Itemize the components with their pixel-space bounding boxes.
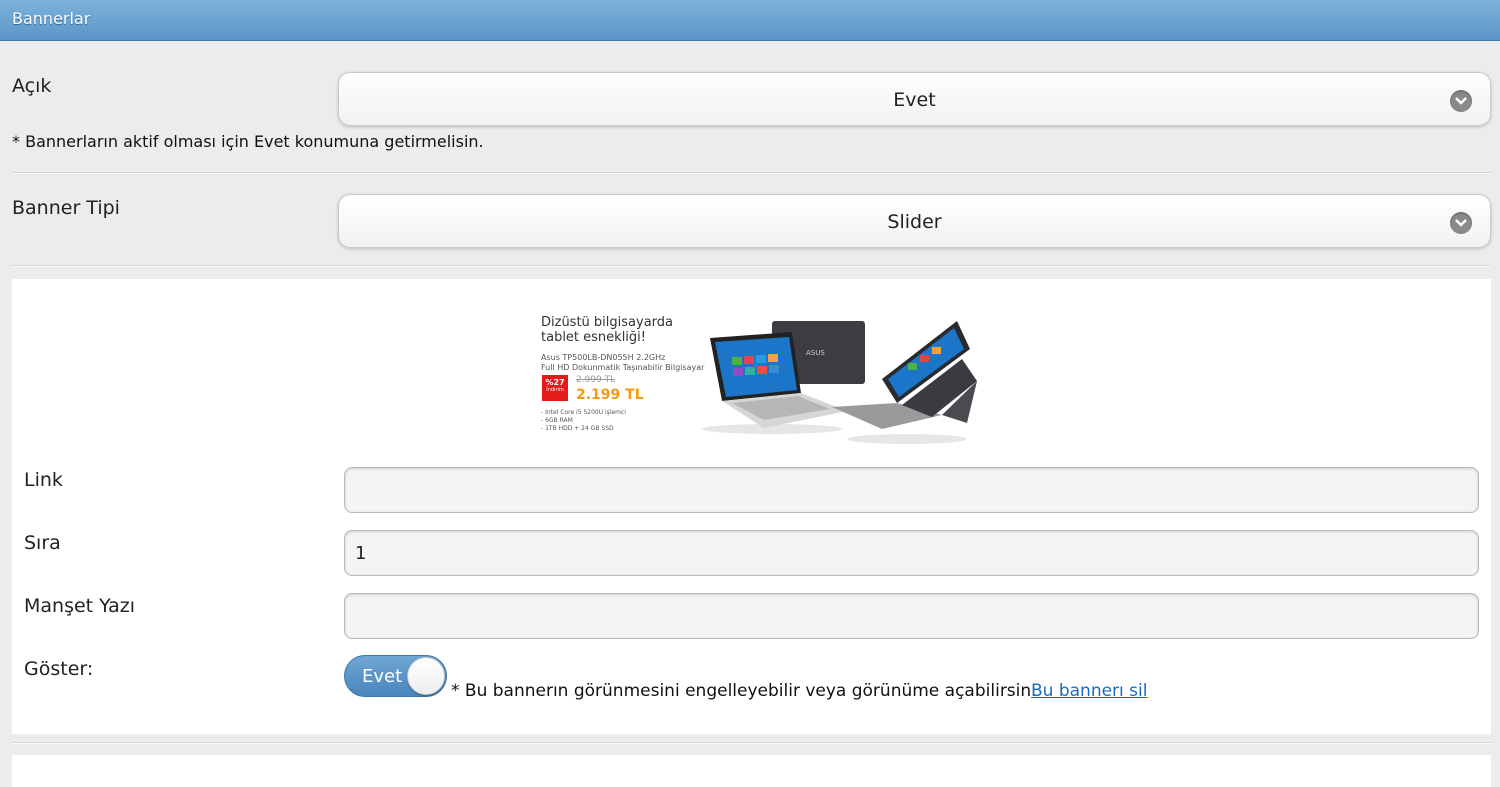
divider [12, 742, 1491, 744]
header-bar: Bannerlar [0, 0, 1500, 41]
discount-sub: İndirim [546, 387, 564, 393]
discount-percent: %27 [545, 378, 565, 387]
goster-note: * Bu bannerın görünmesini engelleyebilir… [451, 681, 1037, 701]
manset-input[interactable] [344, 593, 1479, 639]
spec-line: - 1TB HDD + 24 GB SSD [541, 425, 614, 432]
sira-input[interactable] [344, 530, 1479, 576]
toggle-knob[interactable] [407, 657, 445, 695]
chevron-down-icon [1450, 90, 1472, 112]
header-title: Bannerlar [12, 9, 91, 28]
acik-note: * Bannerların aktif olması için Evet kon… [12, 132, 484, 151]
acik-label: Açık [12, 75, 52, 97]
manset-label: Manşet Yazı [24, 595, 136, 617]
laptops-illustration: ASUS [702, 321, 977, 444]
toggle-label: Evet [362, 666, 403, 687]
banner-card: Dizüstü bilgisayarda tablet esnekliği! A… [12, 279, 1491, 734]
link-input[interactable] [344, 467, 1479, 513]
banner-tipi-select-value: Slider [887, 211, 942, 233]
acik-select[interactable]: Evet [338, 72, 1491, 126]
discount-badge: %27 İndirim [542, 375, 568, 401]
brand-logo: ASUS [806, 349, 825, 357]
sira-label: Sıra [24, 532, 61, 554]
banner-headline-2: tablet esnekliği! [541, 330, 646, 345]
link-label: Link [24, 469, 63, 491]
next-banner-card [12, 755, 1491, 787]
banner-tipi-label: Banner Tipi [12, 197, 120, 219]
banner-headline-1: Dizüstü bilgisayarda [541, 315, 673, 330]
goster-label: Göster: [24, 658, 94, 680]
banner-model: Asus TP500LB-DN055H 2.2GHz [541, 353, 666, 362]
acik-select-value: Evet [893, 89, 936, 111]
spec-line: - 6GB RAM [541, 417, 573, 424]
delete-banner-link[interactable]: Bu bannerı sil [1031, 681, 1147, 701]
banner-image[interactable]: Dizüstü bilgisayarda tablet esnekliği! A… [532, 303, 982, 451]
banner-desc: Full HD Dokunmatik Taşınabilir Bilgisaya… [541, 363, 705, 372]
old-price: 2.999 TL [576, 375, 616, 385]
chevron-down-icon [1450, 212, 1472, 234]
divider [12, 172, 1491, 174]
spec-line: - Intel Core i5 5200U işlemci [541, 409, 626, 416]
banner-tipi-select[interactable]: Slider [338, 194, 1491, 248]
goster-toggle[interactable]: Evet [344, 655, 447, 697]
new-price: 2.199 TL [576, 387, 644, 403]
divider [12, 265, 1491, 267]
